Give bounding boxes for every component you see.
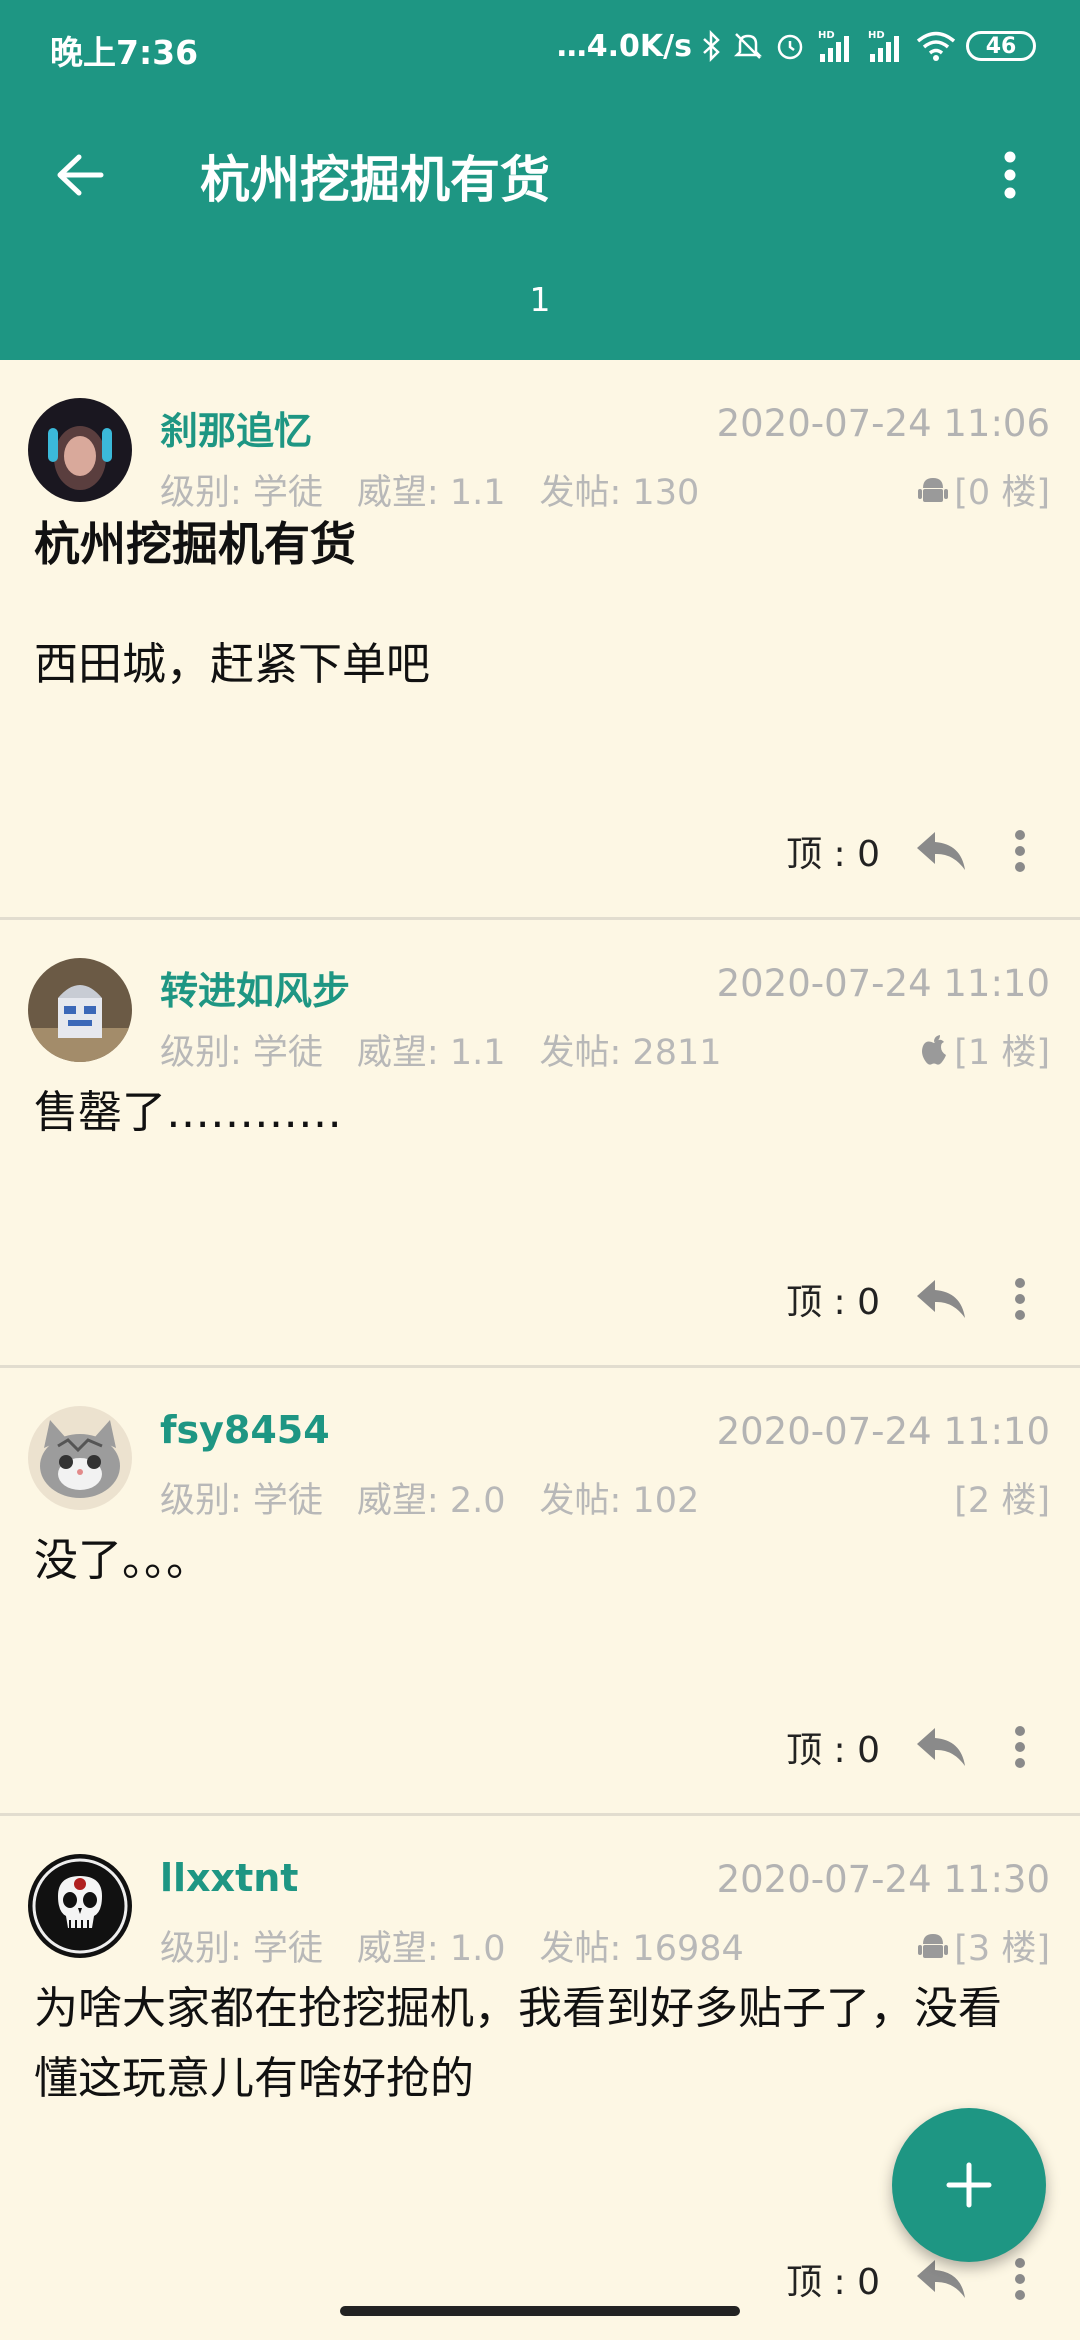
new-reply-fab[interactable] — [892, 2108, 1046, 2262]
post-floor-1: 转进如风步 2020-07-24 11:10 级别: 学徒 威望: 1.1 发帖: … — [0, 920, 1080, 1368]
back-arrow-icon — [57, 154, 104, 196]
post-actions: 顶 : 0 — [786, 2244, 1050, 2314]
user-level: 级别: 学徒 — [160, 1033, 323, 1073]
android-icon — [918, 477, 949, 502]
post-time: 2020-07-24 11:10 — [716, 962, 1050, 1005]
floor-label: [1 楼] — [954, 1033, 1050, 1073]
status-icons: …4.0K/s HD HD 46 — [557, 22, 1036, 70]
avatar[interactable] — [28, 398, 132, 502]
avatar[interactable] — [28, 1854, 132, 1958]
bluetooth-icon — [702, 30, 722, 62]
upvote-count[interactable]: 顶 : 0 — [786, 2253, 880, 2305]
reply-button[interactable] — [906, 816, 976, 886]
post-floor-2: fsy8454 2020-07-24 11:10 级别: 学徒 威望: 2.0 发帖… — [0, 1368, 1080, 1816]
user-prestige: 威望: 1.1 — [356, 1033, 506, 1073]
floor-label: [3 楼] — [954, 1929, 1050, 1969]
reply-button[interactable] — [906, 1264, 976, 1334]
battery-icon: 46 — [966, 31, 1036, 61]
post-more-button[interactable] — [990, 1712, 1050, 1782]
username[interactable]: 刹那追忆 — [160, 400, 312, 455]
reply-icon — [917, 832, 965, 870]
user-meta: 级别: 学徒 威望: 1.0 发帖: 16984 — [160, 1920, 778, 1971]
post-body: 西田城，赶紧下单吧 — [34, 639, 430, 690]
username[interactable]: llxxtnt — [160, 1856, 298, 1900]
post-title: 杭州挖掘机有货 — [34, 517, 356, 571]
upvote-count[interactable]: 顶 : 0 — [786, 825, 880, 877]
status-bar: 晚上7:36 …4.0K/s HD HD 46 — [0, 0, 1080, 92]
post-floor-0: 刹那追忆 2020-07-24 11:06 级别: 学徒 威望: 1.1 发帖: 1… — [0, 360, 1080, 920]
user-prestige: 威望: 2.0 — [356, 1481, 506, 1521]
floor-indicator: [1 楼] — [920, 1024, 1050, 1075]
user-post-count: 发帖: 102 — [539, 1481, 700, 1521]
more-vert-icon — [1015, 830, 1025, 872]
floor-indicator: [0 楼] — [918, 464, 1050, 515]
reply-icon — [917, 2260, 965, 2298]
app-header: 晚上7:36 …4.0K/s HD HD 46 杭州挖掘机有货 1 — [0, 0, 1080, 360]
home-indicator[interactable] — [340, 2306, 740, 2316]
page-title: 杭州挖掘机有货 — [200, 151, 550, 209]
post-body: 没了。。。 — [34, 1535, 210, 1586]
user-post-count: 发帖: 130 — [539, 473, 700, 513]
wifi-icon — [916, 30, 956, 62]
user-prestige: 威望: 1.1 — [356, 473, 506, 513]
hd-label-1: HD — [818, 30, 835, 41]
more-vert-icon — [1015, 2258, 1025, 2300]
android-icon — [918, 1933, 949, 1958]
username[interactable]: fsy8454 — [160, 1408, 330, 1452]
user-meta: 级别: 学徒 威望: 2.0 发帖: 102 — [160, 1472, 733, 1523]
more-vert-icon — [1015, 1726, 1025, 1768]
post-floor-3: llxxtnt 2020-07-24 11:30 级别: 学徒 威望: 1.0 发帖… — [0, 1816, 1080, 2340]
hd-label-2: HD — [868, 30, 885, 41]
signal-icon-2: HD — [866, 28, 906, 64]
floor-label: [0 楼] — [954, 473, 1050, 513]
alarm-icon — [774, 30, 806, 62]
user-level: 级别: 学徒 — [160, 473, 323, 513]
plus-icon — [946, 2162, 992, 2208]
post-actions: 顶 : 0 — [786, 1264, 1050, 1334]
reply-icon — [917, 1280, 965, 1318]
reply-button[interactable] — [906, 1712, 976, 1782]
more-vert-icon — [1004, 151, 1016, 199]
more-vert-icon — [1015, 1278, 1025, 1320]
avatar[interactable] — [28, 1406, 132, 1510]
floor-indicator: [2 楼] — [954, 1472, 1050, 1523]
avatar[interactable] — [28, 958, 132, 1062]
user-post-count: 发帖: 16984 — [539, 1929, 744, 1969]
network-speed: …4.0K/s — [556, 28, 692, 64]
floor-label: [2 楼] — [954, 1481, 1050, 1521]
upvote-count[interactable]: 顶 : 0 — [786, 1721, 880, 1773]
username[interactable]: 转进如风步 — [160, 960, 350, 1015]
post-more-button[interactable] — [990, 1264, 1050, 1334]
apple-icon — [922, 1034, 947, 1065]
battery-level: 46 — [985, 33, 1017, 59]
post-time: 2020-07-24 11:30 — [716, 1858, 1050, 1901]
post-time: 2020-07-24 11:10 — [716, 1410, 1050, 1453]
post-body: 为啥大家都在抢挖掘机，我看到好多贴子了，没看懂这玩意儿有啥好抢的 — [34, 1983, 1002, 2104]
user-prestige: 威望: 1.0 — [356, 1929, 506, 1969]
user-level: 级别: 学徒 — [160, 1929, 323, 1969]
user-post-count: 发帖: 2811 — [539, 1033, 722, 1073]
tab-page-1[interactable]: 1 — [0, 280, 1080, 319]
mute-bell-icon — [732, 30, 764, 62]
upvote-count[interactable]: 顶 : 0 — [786, 1273, 880, 1325]
status-time: 晚上7:36 — [50, 33, 199, 72]
signal-icon-1: HD — [816, 28, 856, 64]
floor-indicator: [3 楼] — [918, 1920, 1050, 1971]
post-actions: 顶 : 0 — [786, 1712, 1050, 1782]
overflow-menu-button[interactable] — [980, 135, 1040, 215]
user-level: 级别: 学徒 — [160, 1481, 323, 1521]
post-body: 售罄了………… — [34, 1087, 342, 1138]
post-more-button[interactable] — [990, 816, 1050, 886]
post-actions: 顶 : 0 — [786, 816, 1050, 886]
user-meta: 级别: 学徒 威望: 1.1 发帖: 2811 — [160, 1024, 756, 1075]
back-button[interactable] — [40, 135, 120, 215]
post-time: 2020-07-24 11:06 — [716, 402, 1050, 445]
reply-icon — [917, 1728, 965, 1766]
